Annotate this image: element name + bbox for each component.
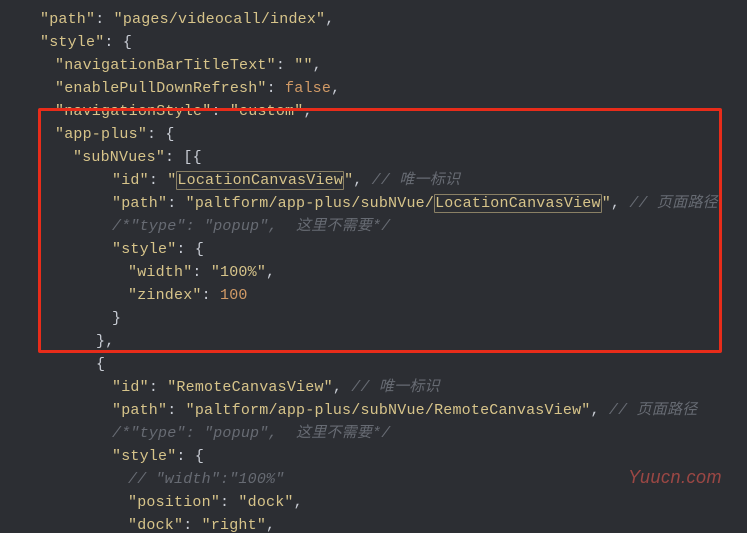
code-line: "navigationBarTitleText": "", <box>0 54 747 77</box>
search-match-highlight: LocationCanvasView <box>176 171 344 190</box>
code-line: // "width":"100%" <box>0 468 747 491</box>
code-line: /*"type": "popup", 这里不需要*/ <box>0 422 747 445</box>
code-line: }, <box>0 330 747 353</box>
code-line: "position": "dock", <box>0 491 747 514</box>
code-line: "id": "RemoteCanvasView", // 唯一标识 <box>0 376 747 399</box>
code-line: "subNVues": [{ <box>0 146 747 169</box>
code-line: } <box>0 307 747 330</box>
code-line: "id": "LocationCanvasView", // 唯一标识 <box>0 169 747 192</box>
code-line: "navigationStyle": "custom", <box>0 100 747 123</box>
code-line: "path": "pages/videocall/index", <box>0 8 747 31</box>
code-line: "style": { <box>0 238 747 261</box>
code-line: "zindex": 100 <box>0 284 747 307</box>
code-editor[interactable]: "path": "pages/videocall/index", "style"… <box>0 0 747 533</box>
code-line: "app-plus": { <box>0 123 747 146</box>
code-line: "path": "paltform/app-plus/subNVue/Remot… <box>0 399 747 422</box>
code-line: "style": { <box>0 31 747 54</box>
code-line: { <box>0 353 747 376</box>
code-line: "enablePullDownRefresh": false, <box>0 77 747 100</box>
code-line: "dock": "right", <box>0 514 747 533</box>
code-line: "width": "100%", <box>0 261 747 284</box>
code-line: /*"type": "popup", 这里不需要*/ <box>0 215 747 238</box>
code-line: "style": { <box>0 445 747 468</box>
search-match-highlight: LocationCanvasView <box>434 194 602 213</box>
code-line: "path": "paltform/app-plus/subNVue/Locat… <box>0 192 747 215</box>
